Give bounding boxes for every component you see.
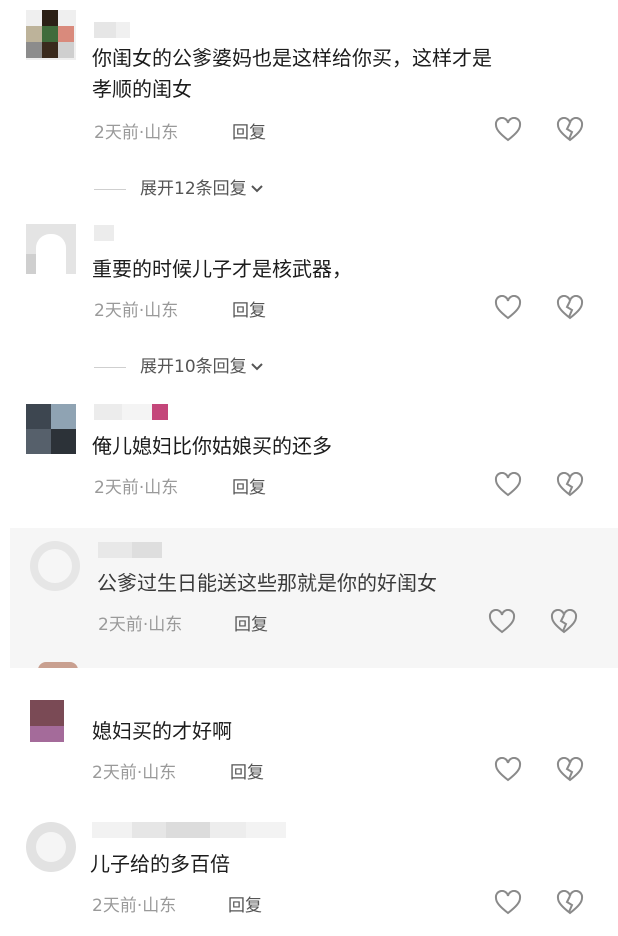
reply-button[interactable]: 回复 [228, 891, 262, 916]
reply-button[interactable]: 回复 [230, 758, 264, 783]
comment-meta: 2天前·山东 [94, 123, 179, 143]
chevron-down-icon [250, 185, 263, 193]
comment-time: 2天前 [94, 301, 139, 321]
avatar[interactable] [30, 541, 80, 591]
comment-time: 2天前 [98, 615, 143, 635]
username-blurred[interactable] [94, 404, 168, 420]
broken-heart-icon[interactable] [556, 117, 584, 143]
heart-outline-icon[interactable] [494, 295, 522, 321]
broken-heart-icon[interactable] [550, 609, 578, 635]
comment-time: 2天前 [92, 896, 137, 916]
avatar[interactable] [26, 224, 76, 274]
comment-location: 山东 [142, 896, 177, 916]
heart-outline-icon[interactable] [494, 472, 522, 498]
reply-button[interactable]: 回复 [234, 610, 268, 635]
comment-meta: 2天前·山东 [98, 615, 183, 635]
username-blurred[interactable] [94, 22, 130, 38]
reply-button[interactable]: 回复 [232, 473, 266, 498]
comment-text: 儿子给的多百倍 [90, 852, 230, 876]
broken-heart-icon[interactable] [556, 295, 584, 321]
comment-location: 山东 [144, 123, 179, 143]
username-blurred[interactable] [94, 225, 114, 241]
reply-button[interactable]: 回复 [232, 118, 266, 143]
expand-replies-button[interactable]: 展开10条回复 [94, 352, 264, 377]
comment-location: 山东 [144, 478, 179, 498]
reply-button[interactable]: 回复 [232, 296, 266, 321]
avatar[interactable] [26, 10, 76, 60]
username-blurred[interactable] [98, 542, 162, 558]
comment-text: 重要的时候儿子才是核武器， [92, 257, 352, 281]
heart-outline-icon[interactable] [488, 609, 516, 635]
divider [94, 366, 126, 368]
comment-text: 公爹过生日能送这些那就是你的好闺女 [97, 571, 437, 595]
comment-location: 山东 [148, 615, 183, 635]
broken-heart-icon[interactable] [556, 757, 584, 783]
heart-outline-icon[interactable] [494, 757, 522, 783]
avatar[interactable] [26, 822, 76, 872]
comment-location: 山东 [144, 301, 179, 321]
comment-text: 媳妇买的才好啊 [92, 719, 232, 743]
chevron-down-icon [250, 363, 263, 371]
comment-meta: 2天前·山东 [94, 301, 179, 321]
comment-time: 2天前 [92, 763, 137, 783]
comment-meta: 2天前·山东 [92, 763, 177, 783]
comment-meta: 2天前·山东 [94, 478, 179, 498]
broken-heart-icon[interactable] [556, 890, 584, 916]
comment-text: 你闺女的公爹婆妈也是这样给你买，这样才是 孝顺的闺女 [92, 46, 492, 101]
comment-time: 2天前 [94, 478, 139, 498]
broken-heart-icon[interactable] [556, 472, 584, 498]
avatar[interactable] [26, 404, 76, 454]
white-seam [0, 668, 618, 688]
username-blurred[interactable] [92, 822, 286, 838]
expand-replies-button[interactable]: 展开12条回复 [94, 174, 264, 199]
comment-location: 山东 [142, 763, 177, 783]
heart-outline-icon[interactable] [494, 890, 522, 916]
divider [94, 188, 126, 190]
heart-outline-icon[interactable] [494, 117, 522, 143]
comment-time: 2天前 [94, 123, 139, 143]
comment-text: 俺儿媳妇比你姑娘买的还多 [92, 434, 332, 458]
comment-meta: 2天前·山东 [92, 896, 177, 916]
avatar[interactable] [30, 692, 80, 742]
